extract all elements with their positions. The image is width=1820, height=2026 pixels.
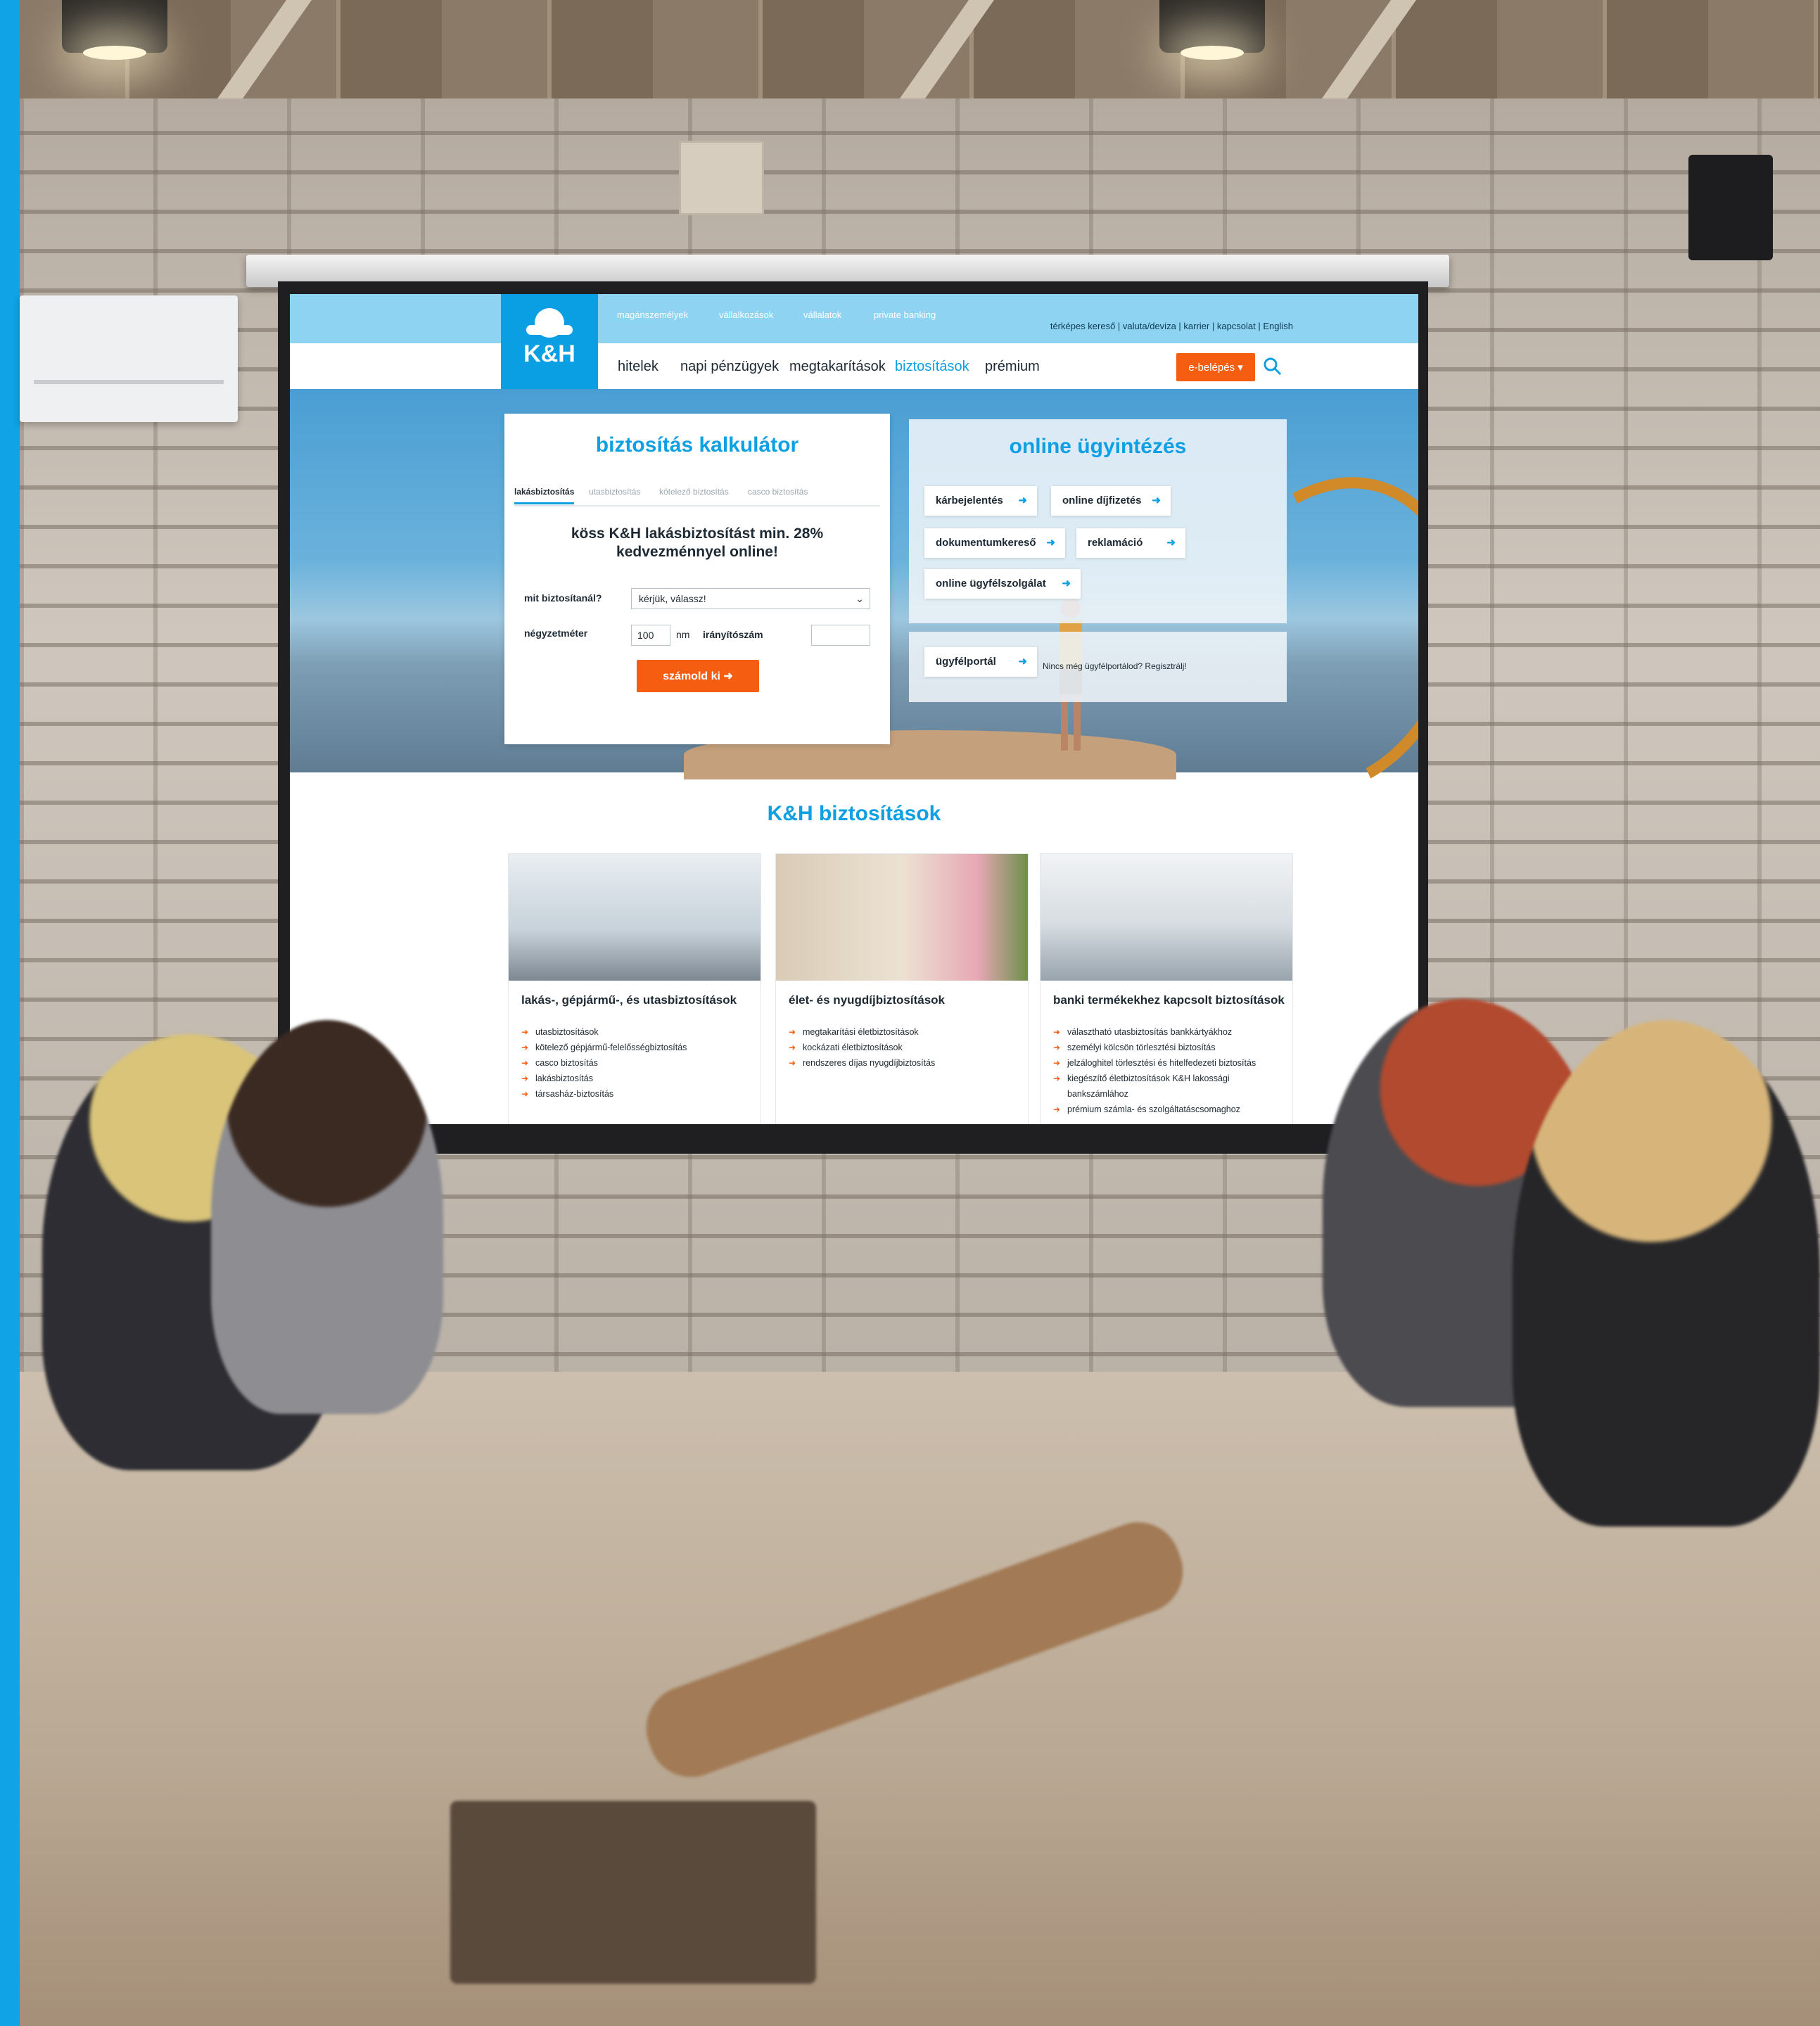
arrow-right-icon: ➜ (1062, 578, 1071, 590)
client-portal-button[interactable]: ügyfélportál ➜ (924, 647, 1037, 677)
list-item[interactable]: lakásbiztosítás (521, 1071, 753, 1086)
arrow-right-icon: ➜ (1166, 537, 1176, 549)
list-item[interactable]: casco biztosítás (521, 1055, 753, 1071)
tab-casco-biztositas[interactable]: casco biztosítás (748, 487, 808, 497)
list-item[interactable]: kötelező gépjármű-felelősségbiztosítás (521, 1040, 753, 1055)
complaint-button[interactable]: reklamáció ➜ (1076, 528, 1185, 558)
client-portal-label: ügyfélportál (936, 656, 996, 668)
tab-lakasbiztositas[interactable]: lakásbiztosítás (514, 487, 575, 504)
zip-input[interactable] (811, 625, 870, 646)
logo-mark-icon (526, 308, 573, 338)
man-with-car-photo (509, 854, 761, 981)
card-title: lakás-, gépjármű-, és utasbiztosítások (521, 993, 737, 1007)
logo-text: K&H (523, 340, 575, 367)
calculate-button[interactable]: számold ki ➜ (637, 660, 759, 692)
arrow-right-icon: ➜ (1152, 495, 1161, 507)
segment-link[interactable]: private banking (874, 310, 936, 320)
nav-item-napi-penzugyek[interactable]: napi pénzügyek (680, 359, 779, 375)
ceiling-beam (1321, 0, 1417, 98)
tab-kotelezo-biztositas[interactable]: kötelező biztosítás (659, 487, 729, 497)
card-title: banki termékekhez kapcsolt biztosítások (1053, 993, 1285, 1007)
air-conditioner (20, 295, 238, 422)
list-item[interactable]: választható utasbiztosítás bankkártyákho… (1053, 1024, 1285, 1040)
product-card[interactable]: lakás-, gépjármű-, és utasbiztosítások u… (508, 853, 761, 1124)
client-portal-panel: ügyfélportál ➜ Nincs még ügyfélportálod? … (909, 632, 1287, 702)
projected-website: magánszemélyek vállalkozások vállalatok … (290, 294, 1418, 1124)
document-search-button[interactable]: dokumentumkereső ➜ (924, 528, 1065, 558)
area-unit: nm (676, 629, 690, 640)
online-support-label: online ügyfélszolgálat (936, 578, 1046, 590)
top-segment-bar: magánszemélyek vállalkozások vállalatok … (290, 294, 1418, 343)
card-link-list: választható utasbiztosítás bankkártyákho… (1053, 1024, 1285, 1117)
zip-label: irányítószám (703, 629, 763, 640)
online-payment-label: online díjfizetés (1062, 495, 1142, 507)
list-item[interactable]: kiegészítő életbiztosítások K&H lakosság… (1053, 1071, 1285, 1102)
nav-item-biztositasok[interactable]: biztosítások (895, 359, 969, 375)
product-card[interactable]: banki termékekhez kapcsolt biztosítások … (1040, 853, 1293, 1124)
products-title: K&H biztosítások (767, 802, 941, 825)
what-select[interactable]: kérjük, válassz! ⌄ (631, 588, 870, 609)
ceiling-beam (899, 0, 995, 98)
claim-report-button[interactable]: kárbejelentés ➜ (924, 486, 1037, 516)
online-support-button[interactable]: online ügyfélszolgálat ➜ (924, 569, 1081, 599)
kh-logo[interactable]: K&H (501, 294, 598, 389)
online-payment-button[interactable]: online díjfizetés ➜ (1051, 486, 1171, 516)
card-title: élet- és nyugdíjbiztosítások (789, 993, 945, 1007)
person-right-front (1513, 1020, 1820, 1527)
person-left-back (211, 1020, 443, 1414)
calculate-label: számold ki (663, 670, 720, 682)
chevron-down-icon: ⌄ (855, 593, 864, 604)
list-item[interactable]: prémium számla- és szolgáltatáscsomaghoz (1053, 1102, 1285, 1117)
segment-link[interactable]: vállalatok (803, 310, 841, 320)
list-item[interactable]: kockázati életbiztosítások (789, 1040, 1021, 1055)
calculator-title: biztosítás kalkulátor (595, 433, 799, 457)
what-label: mit biztosítanál? (524, 592, 602, 604)
search-icon[interactable] (1262, 356, 1283, 377)
arrow-right-icon: ➜ (1018, 656, 1027, 668)
product-card[interactable]: élet- és nyugdíjbiztosítások megtakarítá… (775, 853, 1029, 1124)
area-label: négyzetméter (524, 627, 588, 639)
claim-report-label: kárbejelentés (936, 495, 1003, 507)
wall-vent (679, 141, 764, 215)
document-search-label: dokumentumkereső (936, 537, 1036, 549)
promo-text: köss K&H lakásbiztosítást min. 28% kedve… (571, 525, 824, 560)
segment-link[interactable]: vállalkozások (719, 310, 773, 320)
what-select-value: kérjük, válassz! (639, 593, 706, 604)
insurance-calculator: biztosítás kalkulátor lakásbiztosítás ut… (504, 414, 890, 744)
segment-link[interactable]: magánszemélyek (617, 310, 688, 320)
online-title: online ügyintézés (1009, 435, 1187, 458)
laptop-on-table (450, 1801, 816, 1984)
list-item[interactable]: utasbiztosítások (521, 1024, 753, 1040)
wooden-ceiling (20, 0, 1820, 98)
list-item[interactable]: megtakarítási életbiztosítások (789, 1024, 1021, 1040)
ceiling-lamp (62, 0, 167, 60)
complaint-label: reklamáció (1088, 537, 1143, 549)
list-item[interactable]: jelzáloghitel törlesztési és hitelfedeze… (1053, 1055, 1285, 1071)
nav-item-hitelek[interactable]: hitelek (618, 359, 658, 375)
tab-utasbiztositas[interactable]: utasbiztosítás (589, 487, 640, 497)
card-link-list: megtakarítási életbiztosítások kockázati… (789, 1024, 1021, 1071)
list-item[interactable]: személyi kölcsön törlesztési biztosítás (1053, 1040, 1285, 1055)
arrow-right-icon: ➜ (1046, 537, 1055, 549)
nav-item-megtakaritasok[interactable]: megtakarítások (789, 359, 886, 375)
main-nav: hitelek napi pénzügyek megtakarítások bi… (290, 343, 1418, 390)
utility-links[interactable]: térképes kereső | valuta/deviza | karrie… (1050, 321, 1293, 331)
family-photo (1041, 854, 1292, 981)
login-button[interactable]: e-belépés ▾ (1176, 353, 1255, 381)
nav-item-premium[interactable]: prémium (985, 359, 1040, 375)
arrow-right-icon: ➜ (1018, 495, 1027, 507)
card-link-list: utasbiztosítások kötelező gépjármű-felel… (521, 1024, 753, 1102)
list-item[interactable]: társasház-biztosítás (521, 1086, 753, 1102)
online-services-panel: online ügyintézés kárbejelentés ➜ online … (909, 419, 1287, 623)
brand-side-stripe (0, 0, 20, 2026)
ceiling-lamp (1159, 0, 1265, 60)
list-item[interactable]: rendszeres díjas nyugdíjbiztosítás (789, 1055, 1021, 1071)
login-label: e-belépés (1188, 362, 1235, 374)
ceiling-beam (217, 0, 312, 98)
register-link[interactable]: Nincs még ügyfélportálod? Regisztrálj! (1043, 661, 1187, 671)
area-input[interactable]: 100 (631, 625, 670, 646)
elderly-couple-photo (776, 854, 1028, 981)
wall-speaker (1688, 155, 1773, 260)
calculator-tabs: lakásbiztosítás utasbiztosítás kötelező … (514, 484, 880, 507)
